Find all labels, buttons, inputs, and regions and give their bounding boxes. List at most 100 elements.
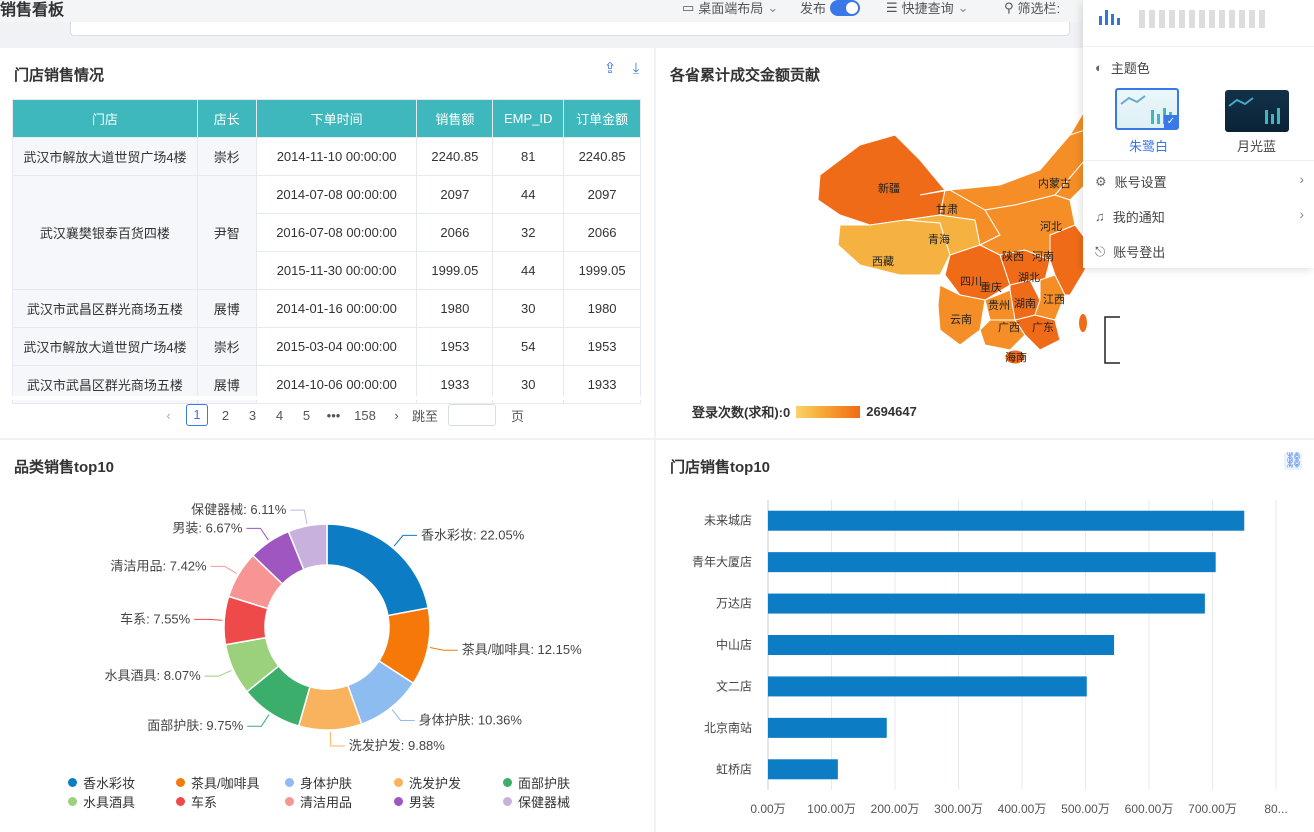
menu-notifications[interactable]: ♫ 我的通知 <box>1095 207 1165 226</box>
cell-emp: 54 <box>492 327 565 366</box>
cell-time: 2014-01-16 00:00:00 <box>255 289 418 328</box>
cell-amount: 2097 <box>563 175 641 214</box>
province-label: 四川 <box>960 276 982 288</box>
bar[interactable] <box>768 759 838 780</box>
store-top10-bar-chart: 0.00万 100.00万 200.00万 300.00万 400.00万 500.00万… <box>692 500 1288 816</box>
column-header[interactable]: EMP_ID <box>492 99 565 138</box>
page-number[interactable]: 2 <box>212 408 239 423</box>
menu-account-settings[interactable]: ⚙ 账号设置 <box>1095 172 1167 191</box>
x-tick-label: 500.00万 <box>1061 802 1110 816</box>
legend-dot <box>68 797 77 806</box>
province-taiwan[interactable] <box>1079 314 1087 332</box>
cell-sales: 1999.05 <box>416 251 494 290</box>
column-header[interactable]: 下单时间 <box>255 99 418 138</box>
page-title: 销售看板 <box>0 2 65 19</box>
bar[interactable] <box>768 593 1205 614</box>
next-page-button[interactable]: › <box>383 408 410 423</box>
layout-switch[interactable]: ▭ 桌面端布局 ⌄ <box>682 0 778 17</box>
bar[interactable] <box>768 510 1245 531</box>
legend-item[interactable]: 香水彩妆 <box>68 773 135 792</box>
donut-data-label: 香水彩妆: 22.05% <box>421 527 525 542</box>
legend-item[interactable]: 清洁用品 <box>285 792 352 811</box>
map-legend: 登录次数(求和):0 2694647 <box>692 402 917 421</box>
filter-label: 筛选栏: <box>1017 1 1061 16</box>
cell-sales: 1953 <box>416 327 494 366</box>
donut-data-label: 水具酒具: 8.07% <box>105 668 202 683</box>
page-number[interactable]: 5 <box>293 408 320 423</box>
donut-leader-line <box>429 646 458 651</box>
page-suffix: 页 <box>510 408 524 424</box>
cell-sales: 2240.85 <box>416 137 494 176</box>
gear-icon: ⚙ <box>1095 173 1107 189</box>
donut-leader-line <box>393 534 417 547</box>
province-xinjiang[interactable] <box>817 134 946 226</box>
prev-page-button[interactable]: ‹ <box>155 408 182 423</box>
legend-label: 车系 <box>191 795 218 810</box>
store-sales-table: 门店 店长 下单时间 销售额 EMP_ID 订单金额 武汉市解放大道世贸广场4楼… <box>12 99 641 404</box>
page-ellipsis[interactable]: ••• <box>320 408 347 423</box>
cell-amount: 2240.85 <box>563 137 641 176</box>
table-clip <box>12 396 641 400</box>
page-number[interactable]: 3 <box>239 408 266 423</box>
quick-query[interactable]: ☰ 快捷查询 ⌄ <box>886 0 969 17</box>
legend-label: 香水彩妆 <box>83 776 136 791</box>
legend-label: 面部护肤 <box>518 776 571 791</box>
legend-item[interactable]: 洗发护发 <box>394 773 461 792</box>
legend-dot <box>394 778 403 787</box>
x-tick-label: 0.00万 <box>750 802 785 816</box>
province-label: 陕西 <box>1002 249 1024 263</box>
chevron-down-icon: ⌄ <box>767 0 779 15</box>
bar[interactable] <box>768 552 1216 573</box>
card-title: 各省累计成交金额贡献 <box>670 67 821 84</box>
x-tick-label: 600.00万 <box>1125 802 1174 816</box>
theme-option-white[interactable]: ✓ <box>1115 88 1179 130</box>
legend-item[interactable]: 车系 <box>176 792 217 811</box>
province-xizang[interactable] <box>837 219 951 276</box>
column-header[interactable]: 销售额 <box>416 99 494 138</box>
donut-slice[interactable] <box>326 523 430 617</box>
cell-emp: 81 <box>492 137 565 176</box>
pagination: ‹ 1 2 3 4 5 ••• 158 › 跳至 页 <box>155 404 531 426</box>
x-tick-label: 300.00万 <box>934 802 983 816</box>
legend-item[interactable]: 面部护肤 <box>503 773 570 792</box>
goto-label: 跳至 <box>411 408 438 424</box>
legend-min-label: 登录次数(求和):0 <box>692 405 791 420</box>
column-header[interactable]: 订单金额 <box>563 99 641 138</box>
cell-time: 2016-07-08 00:00:00 <box>255 213 418 252</box>
bell-icon: ♫ <box>1095 209 1105 224</box>
page-number[interactable]: 4 <box>266 408 293 423</box>
legend-item[interactable]: 水具酒具 <box>68 792 135 811</box>
cell-emp: 44 <box>492 175 565 214</box>
bar[interactable] <box>768 717 887 738</box>
legend-item[interactable]: 身体护肤 <box>285 773 352 792</box>
bar[interactable] <box>768 676 1087 697</box>
filter-bar-toggle[interactable]: ⚲ 筛选栏: <box>1004 0 1060 17</box>
y-tick-label: 文二店 <box>716 678 752 693</box>
download-icon[interactable]: ⤓ <box>627 60 645 78</box>
goto-page-input[interactable] <box>448 404 496 426</box>
export-icon[interactable]: ⇪ <box>601 60 619 78</box>
y-tick-label: 未来城店 <box>704 514 752 528</box>
publish-toggle[interactable] <box>830 0 861 16</box>
theme-row: ◐ 主题色 <box>1095 58 1150 77</box>
bar[interactable] <box>768 635 1115 655</box>
donut-data-label: 保健器械: 6.11% <box>191 502 287 517</box>
y-tick-label: 青年大厦店 <box>692 555 752 569</box>
donut-data-label: 面部护肤: 9.75% <box>147 718 244 733</box>
legend-label: 清洁用品 <box>300 795 353 810</box>
legend-item[interactable]: 茶具/咖啡具 <box>176 773 260 792</box>
legend-item[interactable]: 男装 <box>394 792 435 811</box>
theme-option-blue[interactable] <box>1225 90 1289 132</box>
cell-amount: 1980 <box>563 289 641 328</box>
card-title: 门店销售情况 <box>14 67 105 84</box>
publish-control[interactable]: 发布 <box>800 0 861 17</box>
legend-item[interactable]: 保健器械 <box>503 792 570 811</box>
column-header[interactable]: 店长 <box>196 99 257 138</box>
column-header[interactable]: 门店 <box>12 99 198 138</box>
filter-strip <box>70 22 1070 36</box>
menu-logout[interactable]: ⎋ 账号登出 <box>1095 242 1165 261</box>
page-current[interactable]: 1 <box>186 404 208 426</box>
check-icon: ✓ <box>1164 115 1178 129</box>
donut-leader-line <box>210 565 237 574</box>
page-last[interactable]: 158 <box>347 408 383 423</box>
